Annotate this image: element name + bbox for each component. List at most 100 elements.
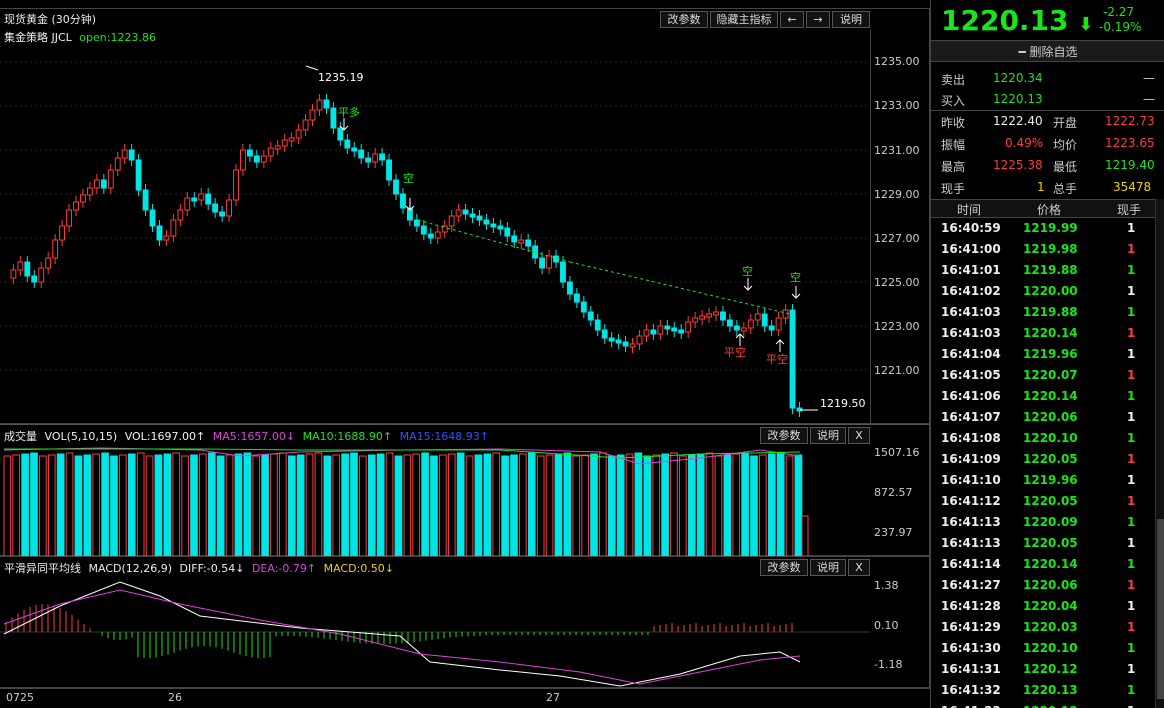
tick-header-price: 价格 [1037,203,1062,217]
candle [191,197,198,202]
tick-price: 1220.14 [1023,389,1078,403]
tick-volume: 1 [1127,221,1136,235]
candle [525,239,532,247]
scroll-left-button[interactable]: ← [780,11,804,28]
tick-time: 16:41:31 [941,662,1001,676]
quote-panel: 1220.13 ⬇ -2.27 -0.19% ━ 删除自选 卖出 1220.34… [930,0,1164,708]
volume-bar [563,452,572,556]
candle [142,189,149,211]
macd-help-button[interactable]: 说明 [810,559,846,576]
stat-label: 最低 [1053,160,1078,174]
scrollbar[interactable] [1155,199,1164,708]
ask-row: 卖出 1220.34 — [931,68,1155,89]
volume-bar [447,453,456,556]
tick-price: 1220.03 [1023,620,1078,634]
volume-bar [581,454,589,556]
edit-params-button[interactable]: 改参数 [660,11,708,28]
help-button[interactable]: 说明 [832,11,870,28]
volume-bar [519,453,527,556]
tick-price: 1220.05 [1023,494,1078,508]
macd-chart [0,581,870,687]
tick-time: 16:41:07 [941,410,1001,424]
volume-tick: 1507.16 [874,446,920,459]
candle [504,227,511,237]
volume-bar [136,452,145,556]
volume-bar [101,452,109,556]
tick-time: 16:41:33 [941,704,1001,708]
tick-time: 16:41:03 [941,305,1001,319]
tick-price: 1220.10 [1023,641,1078,655]
candle [733,325,740,331]
volume-bar [199,453,207,556]
tick-row: 16:41:14 1220.14 1 [931,554,1155,575]
remove-favorite-button[interactable]: ━ 删除自选 [931,40,1164,62]
tick-row: 16:41:30 1220.10 1 [931,638,1155,659]
macd-edit-params-button[interactable]: 改参数 [760,559,808,576]
signal-arrow-down [743,278,753,291]
scrollbar-thumb[interactable] [1157,519,1164,699]
volume-bar [190,454,198,556]
volume-bar [30,452,38,556]
signal-close-short: 平空 [724,346,746,359]
candle [664,325,671,330]
tick-price: 1220.04 [1023,599,1078,613]
candle [38,267,45,283]
volume-bar [759,454,767,556]
price-axis-divider [870,30,871,424]
volume-help-button[interactable]: 说明 [810,427,846,444]
volume-bar [714,455,723,556]
candle [205,193,212,205]
candle [420,225,427,235]
candle [170,219,177,237]
candle [330,107,337,129]
volume-bar [776,452,785,556]
candle [386,159,392,181]
macd-title: 平滑异同平均线 [4,562,81,575]
hide-indicator-button[interactable]: 隐藏主指标 [710,11,778,28]
volume-close-button[interactable]: X [848,427,870,444]
time-tick: 26 [168,691,182,704]
price-tick: 1231.00 [874,144,920,157]
candle [580,301,587,313]
volume-bar [350,452,358,556]
tick-volume: 1 [1127,263,1136,277]
tick-price: 1220.00 [1023,284,1078,298]
time-tick: 0725 [6,691,34,704]
candle [246,149,253,157]
volume-bar [12,454,21,556]
signal-close-long: 平多 [338,106,360,119]
volume-bar [119,454,127,556]
volume-bar [394,455,403,556]
tick-price: 1219.96 [1023,473,1078,487]
volume-bar [705,452,714,556]
volume-bar [421,452,429,556]
tick-price: 1219.99 [1023,221,1078,235]
high-price-label: 1235.19 [318,71,364,84]
candle [253,155,260,163]
candle [107,169,114,189]
tick-time: 16:41:12 [941,494,1001,508]
volume-edit-params-button[interactable]: 改参数 [760,427,808,444]
candle [566,281,573,295]
candle [747,319,754,329]
candle [163,235,170,241]
candle [198,193,205,201]
candle [156,225,163,241]
candle [372,153,379,163]
scroll-right-button[interactable]: → [806,11,830,28]
tick-time: 16:41:30 [941,641,1001,655]
candle [365,157,372,163]
candle [358,149,365,159]
volume-bar [465,455,474,556]
tick-time: 16:41:01 [941,263,1001,277]
candle [622,341,629,347]
tick-row: 16:41:07 1220.06 1 [931,407,1155,428]
tick-volume: 1 [1127,305,1136,319]
volume-bar [767,453,776,556]
down-arrow-icon: ⬇ [1078,14,1094,35]
macd-close-button[interactable]: X [848,559,870,576]
price-tick: 1225.00 [874,276,920,289]
macd-param: MACD(12,26,9) [88,562,173,575]
candlestick-chart [0,61,870,417]
tick-time: 16:41:13 [941,515,1001,529]
